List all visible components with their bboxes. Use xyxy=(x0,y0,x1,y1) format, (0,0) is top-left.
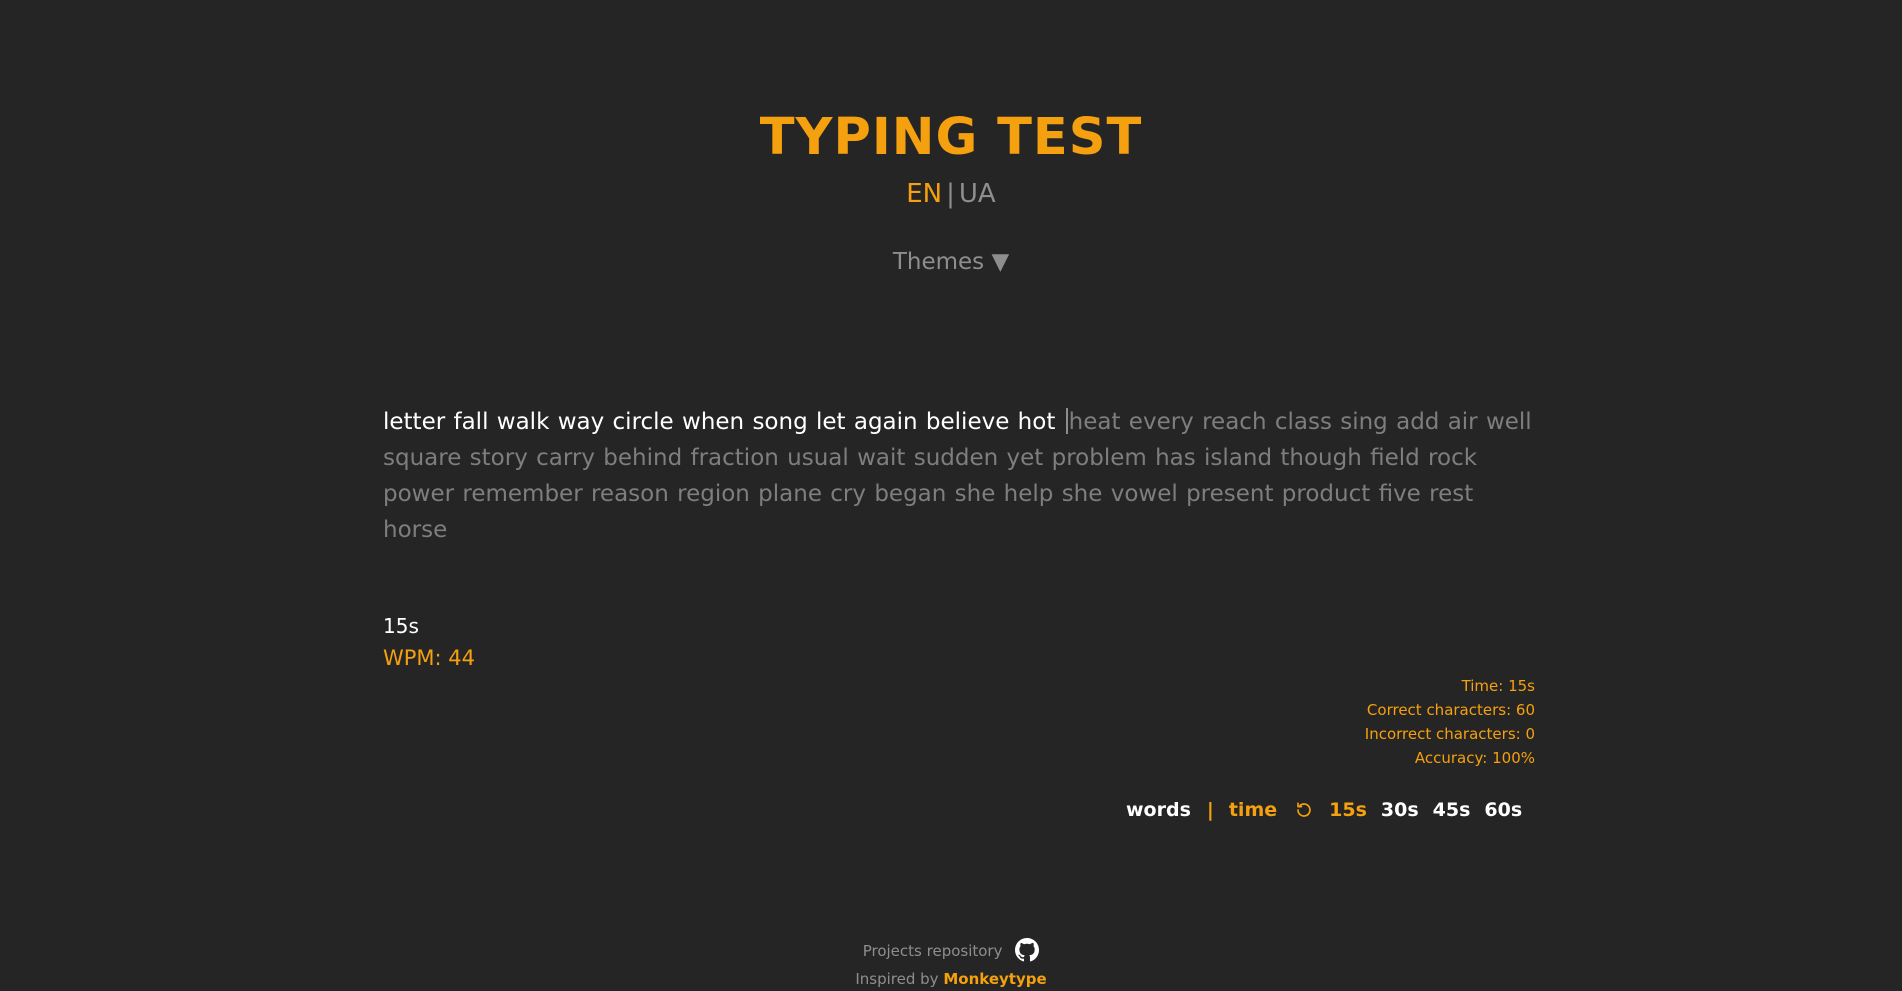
footer-repository: Projects repository xyxy=(0,938,1902,969)
inspired-prefix: Inspired by xyxy=(855,970,939,988)
text-caret xyxy=(1065,408,1068,434)
mode-bar: words | time 15s 30s 45s 60s xyxy=(1126,794,1536,826)
typed-words: letter fall walk way circle when song le… xyxy=(383,409,1056,435)
language-switcher: EN | UA xyxy=(0,176,1902,212)
duration-60s-button[interactable]: 60s xyxy=(1484,799,1522,821)
mode-separator: | xyxy=(1206,799,1214,821)
time-mode-button[interactable]: time xyxy=(1229,799,1277,821)
footer-inspired: Inspired by Monkeytype xyxy=(0,968,1902,990)
timer-countdown: 15s xyxy=(383,614,419,638)
language-ua-option[interactable]: UA xyxy=(959,179,996,209)
language-en-option[interactable]: EN xyxy=(906,179,942,209)
result-incorrect-characters: Incorrect characters: 0 xyxy=(1364,725,1535,743)
result-correct-characters: Correct characters: 60 xyxy=(1366,701,1535,719)
duration-15s-button[interactable]: 15s xyxy=(1329,799,1367,821)
repository-label: Projects repository xyxy=(862,942,1003,960)
language-separator: | xyxy=(946,179,955,209)
monkeytype-link[interactable]: Monkeytype xyxy=(943,970,1046,988)
words-mode-button[interactable]: words xyxy=(1126,799,1191,821)
duration-30s-button[interactable]: 30s xyxy=(1381,799,1419,821)
results-panel: Time: 15s Correct characters: 60 Incorre… xyxy=(1365,674,1535,770)
wpm-readout: WPM: 44 xyxy=(383,646,476,670)
page-title: TYPING TEST xyxy=(759,108,1143,167)
words-area[interactable]: letter fall walk way circle when song le… xyxy=(383,404,1535,548)
duration-45s-button[interactable]: 45s xyxy=(1433,799,1471,821)
github-icon[interactable] xyxy=(1015,938,1040,969)
themes-toggle[interactable]: Themes ▼ xyxy=(893,249,1009,275)
reset-icon[interactable] xyxy=(1295,801,1313,819)
themes-dropdown: Themes ▼ xyxy=(0,246,1902,278)
result-accuracy: Accuracy: 100% xyxy=(1414,749,1535,767)
typing-test-page: TYPING TEST EN | UA Themes ▼ letter fall w… xyxy=(0,0,1902,991)
result-time: Time: 15s xyxy=(1461,677,1535,695)
